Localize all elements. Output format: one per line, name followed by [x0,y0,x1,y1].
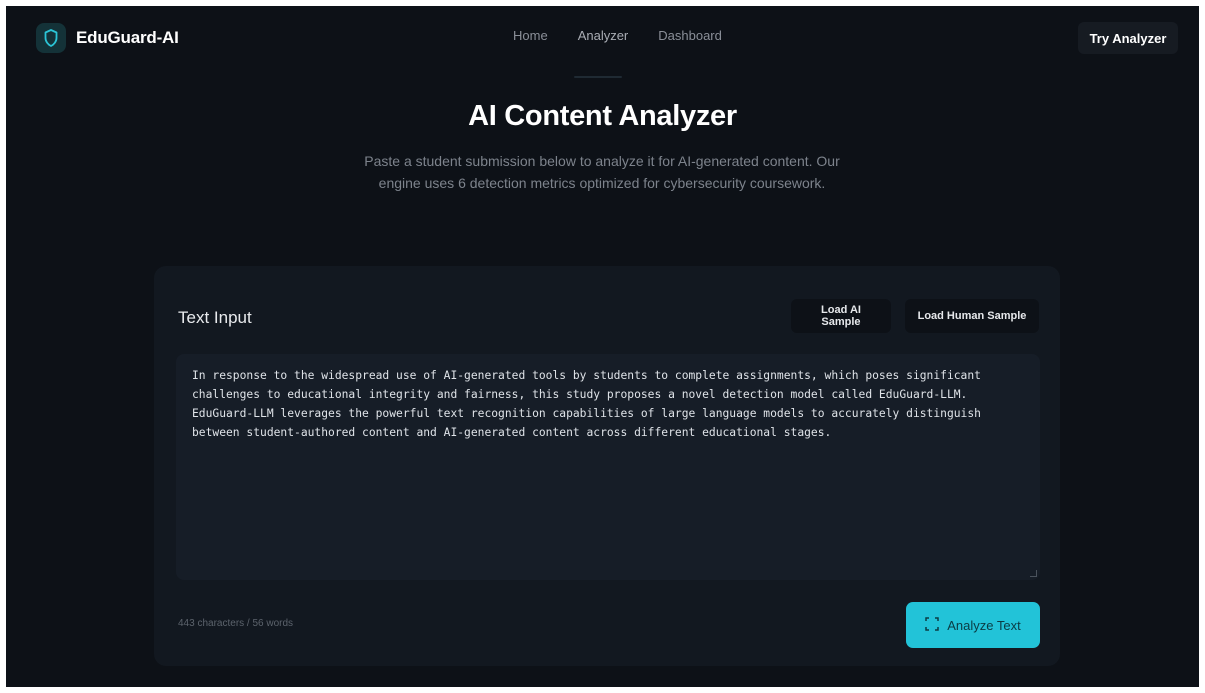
shield-icon [36,23,66,53]
app-window: EduGuard-AI Home Analyzer Dashboard Try … [6,6,1199,687]
scan-icon [925,616,940,634]
text-input-card: Text Input Load AI Sample Load Human Sam… [154,266,1060,666]
nav-analyzer[interactable]: Analyzer [578,28,629,47]
nav-links: Home Analyzer Dashboard [513,28,722,47]
nav-dashboard[interactable]: Dashboard [658,28,722,47]
nav-home[interactable]: Home [513,28,548,47]
character-word-counter: 443 characters / 56 words [178,618,294,629]
load-ai-sample-button[interactable]: Load AI Sample [791,299,891,333]
brand-logo[interactable]: EduGuard-AI [36,20,179,56]
analyze-label: Analyze Text [947,617,1021,633]
card-title: Text Input [178,308,252,327]
submission-textarea[interactable] [176,354,1040,580]
page-subtitle: Paste a student submission below to anal… [364,153,840,191]
load-human-sample-button[interactable]: Load Human Sample [905,299,1039,333]
brand-name: EduGuard-AI [76,28,179,47]
active-nav-indicator [574,76,622,78]
top-navbar: EduGuard-AI Home Analyzer Dashboard Try … [6,6,1199,78]
page-title: AI Content Analyzer [468,100,737,132]
try-analyzer-button[interactable]: Try Analyzer [1078,22,1178,54]
resize-handle[interactable] [1030,570,1037,577]
analyze-text-button[interactable]: Analyze Text [906,602,1040,648]
